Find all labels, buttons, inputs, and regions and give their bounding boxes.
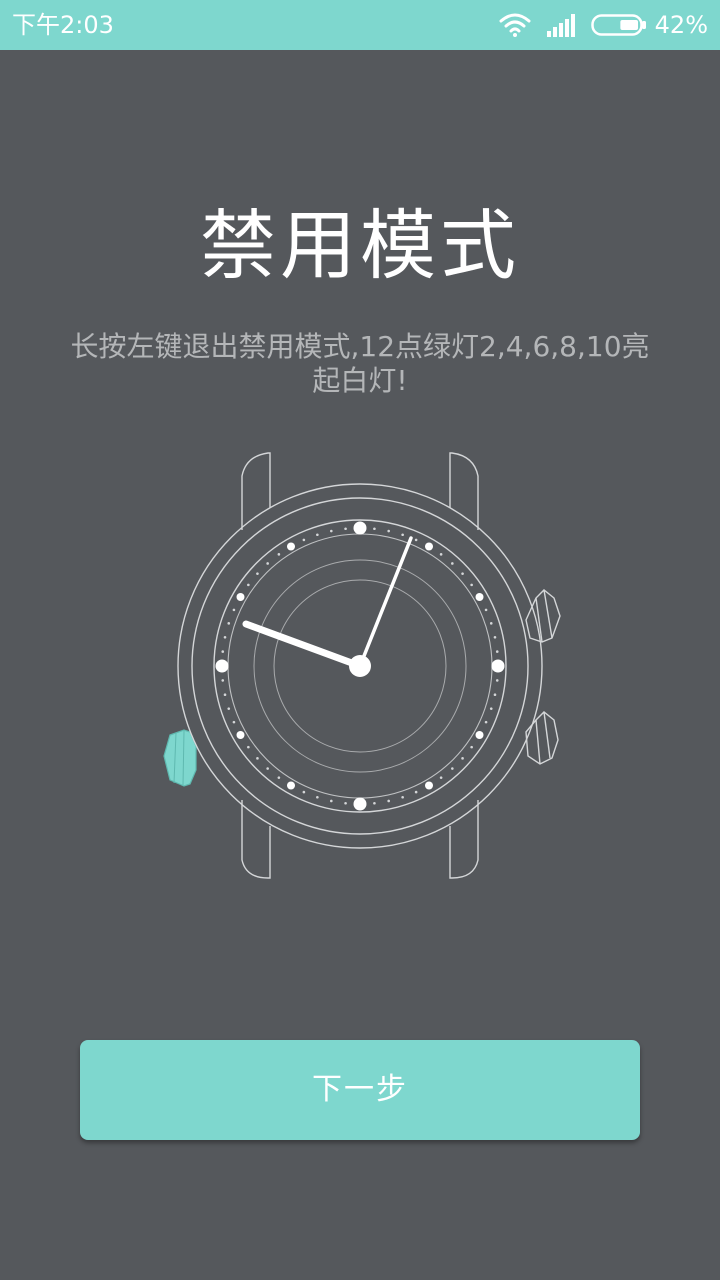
minute-dot [266, 767, 269, 770]
main-content: 禁用模式 长按左键退出禁用模式,12点绿灯2,4,6,8,10亮起白灯! 下一步 [0, 50, 720, 1280]
minute-dot [316, 533, 319, 537]
minute-dot [489, 622, 493, 625]
minute-dot [277, 776, 281, 779]
minute-dot [401, 533, 404, 537]
minute-dot [330, 529, 333, 533]
battery-percent: 42% [654, 11, 708, 39]
page-title: 禁用模式 [200, 201, 520, 290]
minute-dot [223, 693, 227, 696]
hour-marker [287, 542, 295, 551]
next-step-button[interactable]: 下一步 [80, 1040, 640, 1140]
minute-dot [302, 538, 306, 542]
hour-marker [475, 593, 484, 601]
minute-dot [401, 795, 404, 799]
minute-dot [461, 572, 464, 575]
minute-dot [470, 583, 473, 587]
watch-hands [242, 536, 413, 677]
hour-marker [353, 797, 367, 811]
minute-dot [387, 529, 390, 533]
minute-dot [414, 538, 418, 542]
minute-dot [277, 553, 281, 556]
minute-dot [373, 801, 376, 805]
minute-dot [461, 757, 464, 760]
signal-icon [546, 14, 575, 37]
minute-dot [495, 679, 499, 682]
minute-dot [302, 790, 306, 794]
minute-dot [439, 776, 443, 779]
minute-dot [316, 795, 319, 799]
minute-dot [266, 562, 269, 565]
minute-dot [330, 799, 333, 803]
minute-dot [221, 679, 225, 682]
minute-dot [223, 636, 227, 639]
hour-marker [475, 731, 484, 739]
minute-dot [256, 572, 259, 575]
minute-dot [344, 801, 347, 805]
hour-marker [353, 521, 367, 535]
minute-dot [495, 650, 499, 653]
minute-dot [247, 745, 250, 749]
minute-dot [387, 799, 390, 803]
minute-dot [451, 562, 454, 565]
hour-marker [215, 659, 229, 673]
watch-illustration [163, 452, 561, 879]
minute-dot [373, 527, 376, 531]
minute-dot [232, 608, 236, 612]
battery-icon [590, 14, 646, 36]
hour-marker [236, 593, 245, 601]
hour-marker [287, 781, 295, 790]
minute-dot [227, 707, 231, 710]
hour-marker [425, 542, 433, 551]
hour-marker [491, 659, 505, 673]
minute-dot [256, 757, 259, 760]
minute-dot [451, 767, 454, 770]
watch-crowns [163, 589, 561, 787]
minute-dot [484, 720, 488, 724]
status-time: 下午2:03 [12, 11, 114, 39]
hour-marker [425, 781, 433, 790]
status-bar: 下午2:03 42% [0, 0, 720, 50]
minute-dot [489, 707, 493, 710]
hour-marker [236, 731, 245, 739]
minute-dot [439, 553, 443, 556]
minute-dot [470, 745, 473, 749]
minute-dot [227, 622, 231, 625]
minute-dot [221, 650, 225, 653]
minute-dot [344, 527, 347, 531]
minute-dot [493, 693, 497, 696]
minute-dot [414, 790, 418, 794]
minute-dot [232, 720, 236, 724]
status-icons: 42% [499, 9, 708, 41]
wifi-icon [499, 13, 531, 37]
minute-dot [493, 636, 497, 639]
minute-dot [484, 608, 488, 612]
minute-dot [247, 583, 250, 587]
page-description: 长按左键退出禁用模式,12点绿灯2,4,6,8,10亮起白灯! [70, 330, 650, 397]
